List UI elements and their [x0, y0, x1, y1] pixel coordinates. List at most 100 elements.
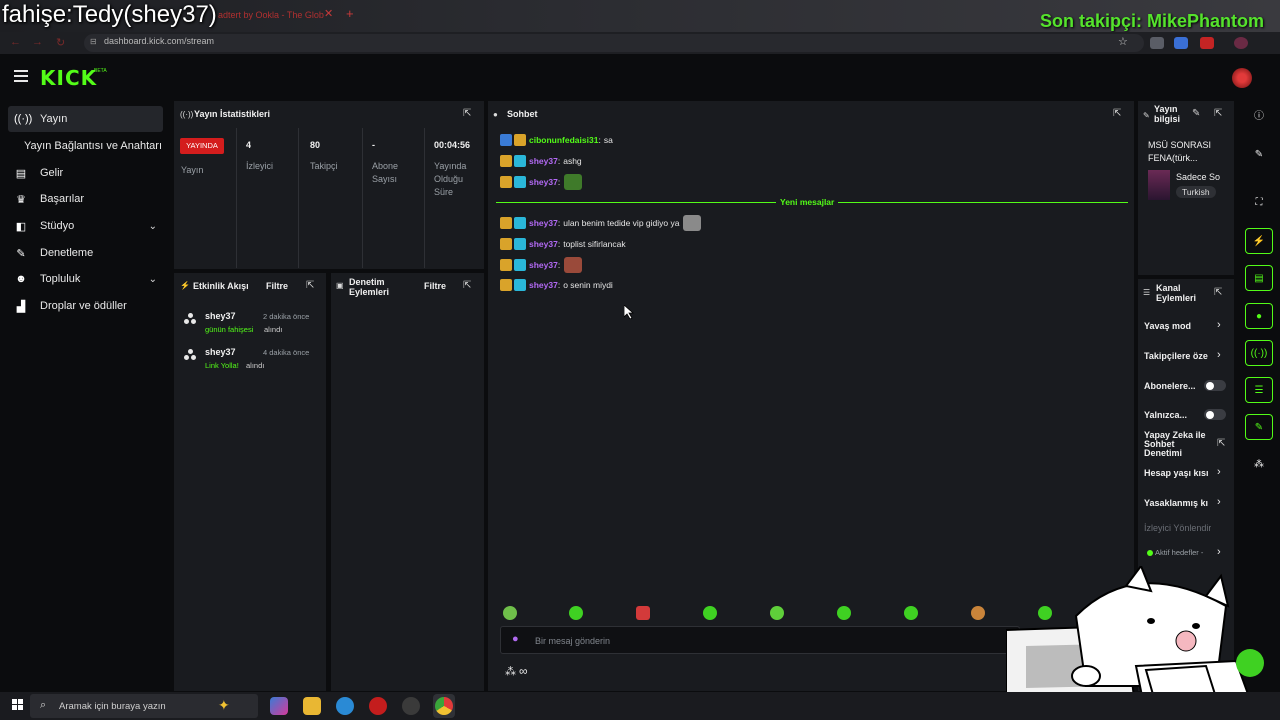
site-info-icon[interactable]: ⊟ — [90, 37, 97, 46]
extension-icon[interactable] — [1200, 37, 1214, 49]
banned-words-item[interactable]: Yasaklanmış kı — [1144, 498, 1214, 508]
chat-username[interactable]: cibonunfedaisi31 — [529, 135, 598, 145]
edge-browser-icon[interactable] — [336, 697, 354, 715]
event-user[interactable]: shey37 — [205, 311, 236, 321]
chat-username[interactable]: shey37 — [529, 156, 558, 166]
popout-icon[interactable]: ⇱ — [306, 280, 314, 291]
external-link-icon[interactable]: ⇱ — [1217, 438, 1225, 449]
emote-button-icon[interactable] — [636, 606, 650, 620]
chat-message[interactable]: shey37 : ulan benim tedide vip gidiyo ya — [500, 215, 702, 231]
chat-username[interactable]: shey37 — [529, 239, 558, 249]
chevron-right-icon[interactable]: › — [1217, 466, 1221, 478]
file-explorer-icon[interactable] — [303, 697, 321, 715]
broadcast-icon: ((·)) — [180, 110, 194, 119]
emote-button-icon[interactable] — [971, 606, 985, 620]
wrench-icon[interactable]: ✎ — [1245, 414, 1273, 440]
document-icon[interactable]: ▤ — [1245, 265, 1273, 291]
popout-icon[interactable]: ⇱ — [1113, 108, 1121, 119]
ai-moderation-item[interactable]: Denetimi — [1144, 448, 1182, 458]
emote-button-icon[interactable] — [569, 606, 583, 620]
sidebar-item-studio[interactable]: ◧ Stüdyo ⌄ — [8, 213, 163, 239]
raid-item[interactable]: İzleyici Yönlendir — [1144, 523, 1211, 533]
chat-message[interactable]: shey37 : o senin miydi — [500, 277, 613, 293]
extension-icon[interactable] — [1150, 37, 1164, 49]
emote-button-icon[interactable] — [703, 606, 717, 620]
panel-title: Yayın İstatistikleri — [194, 109, 271, 119]
filter-button[interactable]: Filtre — [424, 281, 446, 291]
info-icon[interactable]: ⓘ — [1245, 104, 1273, 130]
chevron-right-icon[interactable]: › — [1217, 319, 1221, 331]
extension-icon[interactable] — [1174, 37, 1188, 49]
chat-message[interactable]: cibonunfedaisi31 : sa — [500, 132, 613, 148]
forward-icon[interactable]: → — [32, 36, 43, 48]
menu-icon[interactable] — [14, 70, 28, 82]
opera-browser-icon[interactable] — [369, 697, 387, 715]
subs-only-toggle[interactable] — [1204, 380, 1226, 391]
chat-username[interactable]: shey37 — [529, 177, 558, 187]
reload-icon[interactable]: ↻ — [56, 36, 65, 49]
bookmark-star-icon[interactable]: ☆ — [1118, 35, 1128, 48]
dots-icon[interactable]: ⁂ — [1245, 452, 1273, 478]
url-text[interactable]: dashboard.kick.com/stream — [104, 36, 214, 46]
emote-button-icon[interactable] — [770, 606, 784, 620]
sidebar: ((·)) Yayın Yayın Bağlantısı ve Anahtarı… — [0, 100, 170, 692]
live-badge: YAYINDA — [180, 138, 224, 154]
emote-only-toggle[interactable] — [1204, 409, 1226, 420]
popout-icon[interactable]: ⇱ — [463, 280, 471, 291]
emote-button-icon[interactable] — [904, 606, 918, 620]
infinity-icon[interactable]: ∞ — [519, 664, 528, 678]
new-tab-button[interactable]: + — [346, 6, 354, 21]
popout-icon[interactable]: ⇱ — [1214, 287, 1222, 298]
fullscreen-icon[interactable]: ⛶ — [1245, 190, 1273, 216]
event-user[interactable]: shey37 — [205, 347, 236, 357]
level-badge-icon — [500, 134, 512, 146]
followers-only-item[interactable]: Takipçilere öze — [1144, 351, 1214, 361]
user-avatar[interactable] — [1232, 68, 1252, 88]
slow-mode-item[interactable]: Yavaş mod — [1144, 321, 1214, 331]
chat-username[interactable]: shey37 — [529, 260, 558, 270]
chrome-browser-icon[interactable] — [435, 697, 453, 715]
crown-badge-icon — [500, 217, 512, 229]
popout-icon[interactable]: ⇱ — [463, 108, 471, 119]
speedometer-app-icon[interactable] — [402, 697, 420, 715]
account-age-item[interactable]: Hesap yaşı kısı — [1144, 468, 1214, 478]
popout-icon[interactable]: ⇱ — [1214, 108, 1222, 119]
browser-tab[interactable]: adtert by Ookla - The Glob — [210, 4, 340, 26]
copilot-icon[interactable] — [270, 697, 288, 715]
chat-message[interactable]: shey37 : ashg — [500, 153, 582, 169]
chat-username[interactable]: shey37 — [529, 218, 558, 228]
back-icon[interactable]: ← — [10, 36, 21, 48]
windows-start-icon[interactable] — [12, 699, 24, 711]
emote-button-icon[interactable] — [503, 606, 517, 620]
sidebar-item-revenue[interactable]: ▤ Gelir — [8, 160, 163, 186]
chevron-right-icon[interactable]: › — [1217, 496, 1221, 508]
chat-username[interactable]: shey37 — [529, 280, 558, 290]
sidebar-item-achievements[interactable]: ♛ Başarılar — [8, 186, 163, 212]
sidebar-item-moderation[interactable]: ✎ Denetleme — [8, 240, 163, 266]
sidebar-item-stream[interactable]: ((·)) Yayın — [8, 106, 163, 132]
emote-button-icon[interactable] — [837, 606, 851, 620]
chat-message[interactable]: shey37 : — [500, 257, 583, 273]
active-goals-item[interactable]: Aktif hedefler - — [1155, 548, 1215, 557]
chevron-right-icon[interactable]: › — [1217, 349, 1221, 361]
tab-close-icon[interactable]: ✕ — [324, 7, 333, 20]
kick-logo[interactable]: KICK — [40, 66, 97, 90]
sidebar-item-label: Droplar ve ödüller — [40, 300, 127, 312]
chat-settings-icon[interactable]: ⁂ — [505, 665, 516, 678]
chat-message[interactable]: shey37 : toplist sifirlancak — [500, 236, 626, 252]
chat-bubble-icon[interactable]: ● — [1245, 303, 1273, 329]
chat-message[interactable]: shey37 : — [500, 174, 583, 190]
filter-button[interactable]: Filtre — [266, 281, 288, 291]
sidebar-item-stream-key[interactable]: Yayın Bağlantısı ve Anahtarı — [8, 133, 163, 159]
profile-icon[interactable] — [1234, 37, 1248, 49]
sidebar-item-community[interactable]: ☻ Topluluk ⌄ — [8, 266, 163, 292]
channel-icon[interactable]: ☰ — [1245, 377, 1273, 403]
url-field[interactable] — [84, 34, 1144, 52]
microphone-icon[interactable]: ● — [512, 633, 519, 645]
sidebar-item-drops[interactable]: ▟ Droplar ve ödüller — [8, 293, 163, 319]
lightning-icon[interactable]: ⚡ — [1245, 228, 1273, 254]
pen-icon[interactable]: ✎ — [1245, 142, 1273, 168]
chevron-right-icon[interactable]: › — [1217, 546, 1221, 558]
edit-icon[interactable]: ✎ — [1192, 108, 1200, 119]
broadcast-icon[interactable]: ((·)) — [1245, 340, 1273, 366]
